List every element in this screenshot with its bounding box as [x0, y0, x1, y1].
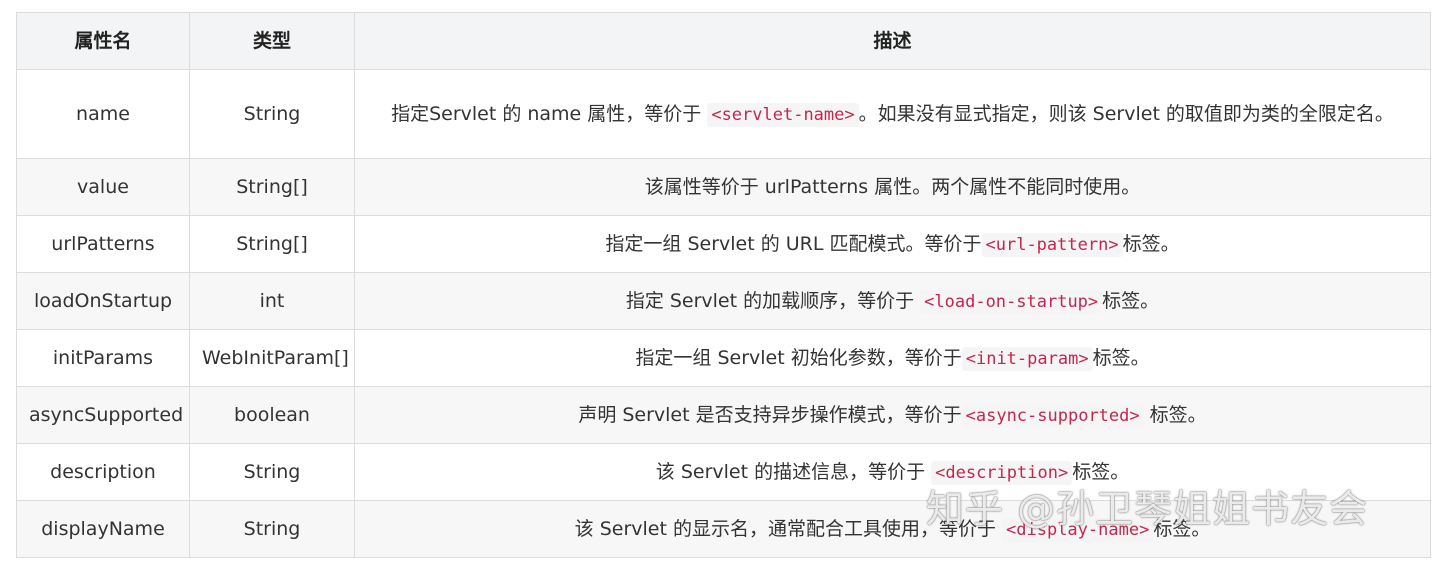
- cell-type: String: [189, 500, 355, 558]
- code-tag: <description>: [931, 460, 1073, 485]
- page-container: 属性名 类型 描述 name String 指定Servlet 的 name 属…: [16, 12, 1431, 558]
- header-description: 描述: [354, 12, 1431, 70]
- table-row: name String 指定Servlet 的 name 属性，等价于 <ser…: [16, 69, 1431, 159]
- header-attribute-name: 属性名: [16, 12, 190, 70]
- description-text: 标签。: [1102, 289, 1160, 312]
- description-text: 标签。: [1143, 403, 1207, 426]
- cell-attribute-name: displayName: [16, 500, 190, 558]
- table-row: loadOnStartup int 指定 Servlet 的加载顺序，等价于 <…: [16, 272, 1431, 330]
- cell-description: 该 Servlet 的描述信息，等价于 <description> 标签。: [354, 443, 1431, 501]
- description-text: 指定一组 Servlet 的 URL 匹配模式。等价于: [605, 232, 982, 255]
- code-tag: <servlet-name>: [707, 102, 859, 127]
- cell-description: 该属性等价于 urlPatterns 属性。两个属性不能同时使用。: [354, 158, 1431, 216]
- code-tag: <load-on-startup>: [920, 289, 1103, 314]
- table-row: description String 该 Servlet 的描述信息，等价于 <…: [16, 443, 1431, 501]
- description-text: 指定 Servlet 的加载顺序，等价于: [625, 289, 921, 312]
- header-type: 类型: [189, 12, 355, 70]
- code-tag: <async-supported>: [961, 403, 1144, 428]
- table-header-row: 属性名 类型 描述: [16, 12, 1431, 70]
- cell-attribute-name: value: [16, 158, 190, 216]
- code-tag: <url-pattern>: [981, 232, 1123, 257]
- description-text: 指定Servlet 的 name 属性，等价于: [391, 102, 708, 125]
- cell-description: 该 Servlet 的显示名，通常配合工具使用，等价于 <display-nam…: [354, 500, 1431, 558]
- cell-description: 指定Servlet 的 name 属性，等价于 <servlet-name> 。如…: [354, 69, 1431, 159]
- cell-type: String: [189, 69, 355, 159]
- cell-attribute-name: initParams: [16, 329, 190, 387]
- description-text: 声明 Servlet 是否支持异步操作模式，等价于: [578, 403, 962, 426]
- description-text: 标签。: [1072, 460, 1130, 483]
- cell-description: 指定一组 Servlet 初始化参数，等价于 <init-param> 标签。: [354, 329, 1431, 387]
- description-text: 标签。: [1092, 346, 1150, 369]
- code-tag: <display-name>: [1002, 517, 1154, 542]
- cell-type: boolean: [189, 386, 355, 444]
- table-row: displayName String 该 Servlet 的显示名，通常配合工具…: [16, 500, 1431, 558]
- description-text: 指定一组 Servlet 初始化参数，等价于: [635, 346, 962, 369]
- description-text: 标签。: [1122, 232, 1180, 255]
- cell-description: 声明 Servlet 是否支持异步操作模式，等价于 <async-supporte…: [354, 386, 1431, 444]
- cell-attribute-name: loadOnStartup: [16, 272, 190, 330]
- cell-type: int: [189, 272, 355, 330]
- cell-description: 指定 Servlet 的加载顺序，等价于 <load-on-startup> 标签…: [354, 272, 1431, 330]
- code-tag: <init-param>: [961, 346, 1093, 371]
- table-row: asyncSupported boolean 声明 Servlet 是否支持异步…: [16, 386, 1431, 444]
- cell-attribute-name: asyncSupported: [16, 386, 190, 444]
- table-row: initParams WebInitParam[] 指定一组 Servlet 初…: [16, 329, 1431, 387]
- cell-type: WebInitParam[]: [189, 329, 355, 387]
- description-text: 该属性等价于 urlPatterns 属性。两个属性不能同时使用。: [644, 176, 1141, 198]
- attributes-table: 属性名 类型 描述 name String 指定Servlet 的 name 属…: [16, 12, 1431, 558]
- description-text: 该 Servlet 的显示名，通常配合工具使用，等价于: [574, 517, 1003, 540]
- cell-attribute-name: description: [16, 443, 190, 501]
- cell-description: 指定一组 Servlet 的 URL 匹配模式。等价于 <url-pattern>…: [354, 215, 1431, 273]
- cell-type: String[]: [189, 158, 355, 216]
- table-row: value String[] 该属性等价于 urlPatterns 属性。两个属…: [16, 158, 1431, 216]
- description-text: 。如果没有显式指定，则该 Servlet 的取值即为类的全限定名。: [858, 102, 1394, 125]
- cell-attribute-name: name: [16, 69, 190, 159]
- description-text: 标签。: [1153, 517, 1211, 540]
- cell-type: String: [189, 443, 355, 501]
- table-row: urlPatterns String[] 指定一组 Servlet 的 URL …: [16, 215, 1431, 273]
- cell-type: String[]: [189, 215, 355, 273]
- cell-attribute-name: urlPatterns: [16, 215, 190, 273]
- description-text: 该 Servlet 的描述信息，等价于: [655, 460, 932, 483]
